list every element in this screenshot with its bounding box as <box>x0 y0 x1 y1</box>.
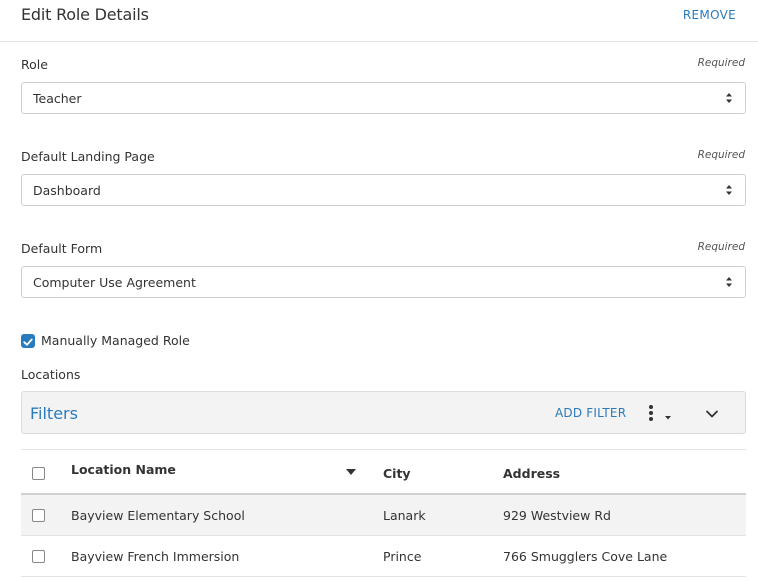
role-select-value: Teacher <box>33 91 82 106</box>
city-cell: Prince <box>383 549 422 564</box>
role-required: Required <box>697 57 745 69</box>
locations-table: Location Name City Address Bayview Eleme… <box>21 449 746 577</box>
column-header-location-name[interactable]: Location Name <box>71 462 176 477</box>
sort-down-icon[interactable] <box>346 469 356 475</box>
collapse-filters-button[interactable] <box>704 406 720 420</box>
location-name-cell: Bayview French Immersion <box>71 549 240 564</box>
column-header-city[interactable]: City <box>383 466 411 481</box>
select-caret-icon <box>726 93 732 103</box>
check-icon <box>23 338 33 346</box>
add-filter-button[interactable]: ADD FILTER <box>555 406 626 420</box>
role-select[interactable]: Teacher <box>21 82 746 114</box>
address-cell: 766 Smugglers Cove Lane <box>503 549 668 564</box>
landing-page-select-value: Dashboard <box>33 183 101 198</box>
landing-page-required: Required <box>697 149 745 161</box>
landing-page-select[interactable]: Dashboard <box>21 174 746 206</box>
select-caret-icon <box>726 277 732 287</box>
role-label: Role <box>21 57 48 72</box>
filters-title: Filters <box>30 404 78 423</box>
column-header-address[interactable]: Address <box>503 466 560 481</box>
city-cell: Lanark <box>383 508 426 523</box>
table-row[interactable]: Bayview French Immersion Prince 766 Smug… <box>21 536 746 577</box>
filter-options-button[interactable] <box>646 404 678 424</box>
default-form-label: Default Form <box>21 241 103 256</box>
landing-page-label: Default Landing Page <box>21 149 155 164</box>
row-checkbox[interactable] <box>32 550 45 563</box>
default-form-select[interactable]: Computer Use Agreement <box>21 266 746 298</box>
table-row[interactable]: Bayview Elementary School Lanark 929 Wes… <box>21 495 746 536</box>
default-form-select-value: Computer Use Agreement <box>33 275 196 290</box>
page-title: Edit Role Details <box>21 5 149 24</box>
manually-managed-label: Manually Managed Role <box>41 333 190 348</box>
default-form-required: Required <box>697 241 745 253</box>
chevron-down-icon <box>706 410 718 418</box>
kebab-icon <box>649 405 671 421</box>
select-caret-icon <box>726 185 732 195</box>
row-checkbox[interactable] <box>32 509 45 522</box>
table-header: Location Name City Address <box>21 449 746 495</box>
page-header: Edit Role Details REMOVE <box>0 0 758 42</box>
address-cell: 929 Westview Rd <box>503 508 611 523</box>
locations-label: Locations <box>21 367 81 382</box>
remove-button[interactable]: REMOVE <box>683 8 736 22</box>
checkbox-checked[interactable] <box>21 334 35 348</box>
location-name-cell: Bayview Elementary School <box>71 508 245 523</box>
filters-bar: Filters ADD FILTER <box>21 391 746 434</box>
select-all-checkbox[interactable] <box>32 467 45 480</box>
